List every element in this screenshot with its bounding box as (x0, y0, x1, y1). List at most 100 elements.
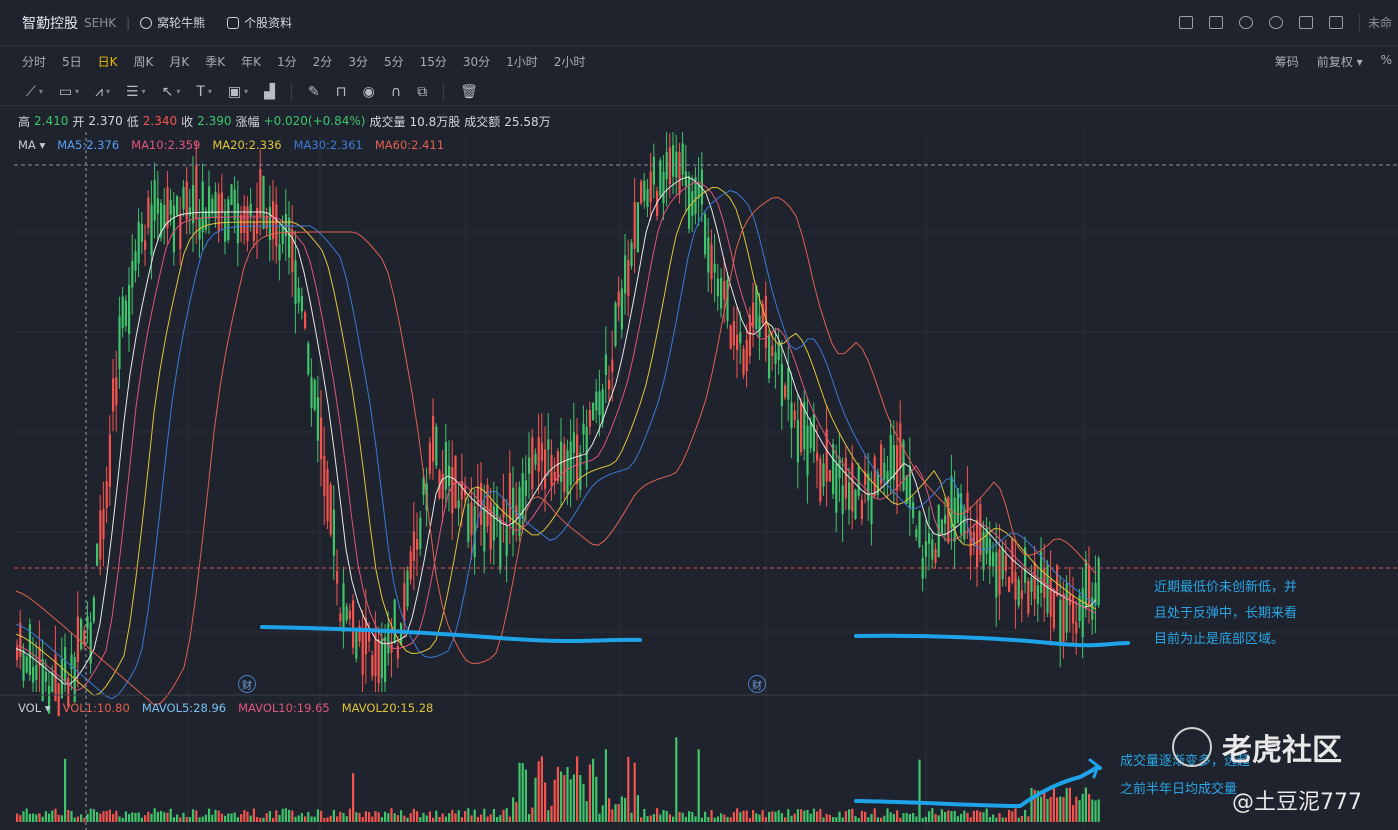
candle-body (688, 176, 691, 229)
financial-badge[interactable]: 财 (238, 675, 256, 693)
stock-name: 智勤控股 (22, 15, 78, 32)
candle-body (809, 422, 812, 449)
magnet-tool[interactable]: ∩ (391, 84, 401, 100)
fib-tool[interactable]: ☰ ▾ (126, 84, 146, 100)
chips-button[interactable]: 筹码 (1275, 53, 1299, 70)
fullscreen-icon[interactable] (1298, 16, 1313, 29)
candle-body (944, 515, 947, 524)
period-tab-active[interactable]: 日K (98, 53, 118, 70)
lock-tool[interactable]: ⊓ (336, 84, 347, 100)
volume-bar (454, 813, 457, 822)
volume-bar (707, 816, 710, 822)
candle-body (915, 529, 918, 538)
candle-body (720, 277, 723, 309)
chart-icon[interactable] (1178, 16, 1193, 29)
period-tab[interactable]: 30分 (463, 53, 490, 70)
link-tool[interactable]: ⧉ (417, 84, 427, 100)
text-tool[interactable]: T ▾ (196, 84, 212, 100)
volume-bar (156, 811, 159, 822)
volume-bar (179, 817, 182, 822)
volume-bar (25, 808, 28, 822)
pen-tool[interactable]: ✎ (308, 84, 320, 100)
volume-bar (48, 813, 51, 822)
volume-bar (108, 809, 111, 822)
period-tab[interactable]: 5日 (62, 53, 82, 70)
rect-tool[interactable]: ▭ ▾ (59, 84, 79, 100)
candle-body (620, 288, 623, 330)
candle-body (240, 214, 243, 234)
period-tab[interactable]: 2小时 (554, 53, 586, 70)
candle-body (518, 487, 521, 536)
profile-button[interactable]: 个股资料 (227, 14, 292, 31)
period-tab[interactable]: 1小时 (506, 53, 538, 70)
nest-button[interactable]: 窝轮牛熊 (140, 14, 205, 31)
ma-lines (15, 176, 1097, 706)
candle-body (822, 463, 825, 487)
refresh-icon[interactable] (1238, 16, 1253, 29)
period-tab[interactable]: 1分 (277, 53, 297, 70)
period-tab[interactable]: 15分 (420, 53, 447, 70)
volume-bar (585, 801, 588, 822)
volume-bar (1091, 799, 1094, 822)
volume-bar (604, 749, 607, 822)
edit-icon[interactable] (1208, 16, 1223, 29)
candle-body (579, 452, 582, 490)
candle-body (419, 517, 422, 550)
label-tool[interactable]: ▣ ▾ (228, 84, 248, 100)
wave-tool[interactable]: ⩘ ▾ (95, 84, 110, 100)
period-tab[interactable]: 3分 (348, 53, 368, 70)
volume-bar (729, 817, 732, 822)
volume-bar (883, 815, 886, 822)
annotation-line: 目前为止是底部区域。 (1154, 632, 1285, 647)
candle-body (1017, 579, 1020, 606)
candle-body (883, 462, 886, 480)
period-tab[interactable]: 分时 (22, 53, 46, 70)
arrow-tool[interactable]: ↖ ▾ (162, 84, 181, 100)
layout-icon[interactable] (1328, 16, 1343, 29)
volume-bar (368, 812, 371, 822)
candle-body (387, 623, 390, 654)
ma-selector[interactable]: MA ▾ (18, 138, 45, 152)
volume-bar (768, 811, 771, 822)
candle-body (643, 180, 646, 201)
volume-bar (864, 811, 867, 822)
vol-value: VOL1:10.80 (62, 701, 130, 715)
mavol10-value: MAVOL10:19.65 (238, 701, 330, 715)
volume-bar (144, 815, 147, 822)
volume-bar (233, 812, 236, 822)
vol-selector[interactable]: VOL ▾ (18, 701, 51, 715)
volume-bar (643, 808, 646, 822)
volume-bar (448, 813, 451, 822)
rectangle-icon: ▭ (58, 83, 73, 100)
volume-bar (396, 815, 399, 822)
line-tool[interactable]: ⟋ ▾ (26, 84, 43, 100)
gear-icon[interactable] (1268, 16, 1283, 29)
period-tab[interactable]: 周K (134, 53, 154, 70)
period-tab[interactable]: 月K (169, 53, 189, 70)
adjust-dropdown[interactable]: 前复权 ▾ (1317, 53, 1363, 70)
financial-badge[interactable]: 财 (748, 675, 766, 693)
visibility-tool[interactable]: ◉ (363, 84, 375, 100)
volume-bar (361, 817, 364, 822)
candle-body (566, 450, 569, 495)
candle-body (259, 168, 262, 217)
period-tab[interactable]: 年K (241, 53, 261, 70)
volume-bar (688, 811, 691, 822)
volume-bar (400, 810, 403, 822)
period-tab[interactable]: 季K (205, 53, 225, 70)
candle-body (627, 259, 630, 297)
volume-bar (374, 811, 377, 822)
volume-bar (1008, 809, 1011, 822)
candle-body (224, 211, 227, 242)
measure-tool[interactable]: ▟ (264, 84, 275, 100)
period-tab[interactable]: 2分 (313, 53, 333, 70)
candle-body (508, 472, 511, 522)
percent-toggle[interactable]: % (1381, 53, 1392, 70)
period-tab[interactable]: 5分 (384, 53, 404, 70)
candle-body (652, 157, 655, 185)
ma20-value: MA20:2.336 (212, 138, 282, 152)
delete-tool[interactable]: 🗑 (460, 84, 478, 100)
volume-bar (710, 810, 713, 822)
volume-bar (921, 817, 924, 822)
volume-bar (540, 756, 543, 822)
